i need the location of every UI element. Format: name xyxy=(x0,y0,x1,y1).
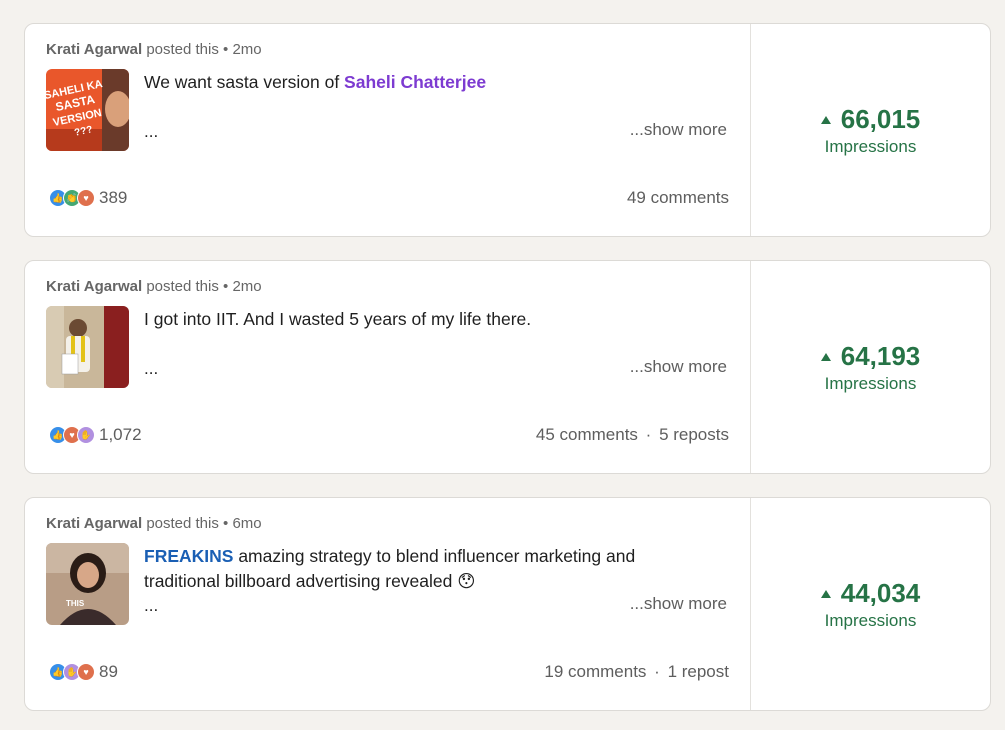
post-card[interactable]: Krati Agarwal posted this • 6mo THIS FRE… xyxy=(24,497,991,711)
impressions-panel[interactable]: 66,015 Impressions xyxy=(751,24,990,236)
reactions-summary[interactable]: 👍 ♥ ✋ 1,072 xyxy=(49,425,142,445)
post-thumbnail[interactable]: THIS xyxy=(46,543,129,625)
post-card[interactable]: Krati Agarwal posted this • 2mo SAHELI K… xyxy=(24,23,991,237)
impressions-number: 66,015 xyxy=(840,103,921,134)
love-icon: ♥ xyxy=(77,189,95,207)
separator-dot: • xyxy=(223,41,229,58)
truncation-ellipsis: ... xyxy=(144,596,159,615)
comments-link[interactable]: 45 comments xyxy=(536,425,638,444)
post-content: Krati Agarwal posted this • 6mo THIS FRE… xyxy=(25,498,750,710)
reposts-link[interactable]: 1 repost xyxy=(668,662,729,681)
post-content: Krati Agarwal posted this • 2mo SAHELI K… xyxy=(25,24,750,236)
love-icon: ♥ xyxy=(77,663,95,681)
post-content: Krati Agarwal posted this • 2mo I got in… xyxy=(25,261,750,473)
thumbnail-caption: THIS xyxy=(66,599,85,608)
reaction-count: 389 xyxy=(99,188,128,207)
post-card[interactable]: Krati Agarwal posted this • 2mo I got in… xyxy=(24,260,991,474)
show-more-link[interactable]: ...show more xyxy=(630,594,727,614)
truncation-ellipsis: ... xyxy=(144,122,159,141)
comments-link[interactable]: 19 comments xyxy=(544,662,646,681)
stats-separator: · xyxy=(645,425,652,444)
impressions-value: 64,193 xyxy=(820,340,921,372)
hashtag-link[interactable]: FREAKINS xyxy=(144,546,233,566)
impressions-label: Impressions xyxy=(824,136,917,156)
impressions-value: 44,034 xyxy=(820,577,921,609)
post-age: 6mo xyxy=(232,515,262,532)
support-icon: ✋ xyxy=(77,426,95,444)
impressions-number: 64,193 xyxy=(840,340,921,371)
show-more-link[interactable]: ...show more xyxy=(630,357,727,377)
post-thumbnail[interactable]: SAHELI KA SASTA VERSION ??? xyxy=(46,69,129,151)
post-text-body: I got into IIT. And I wasted 5 years of … xyxy=(144,309,532,329)
trend-up-icon xyxy=(820,353,831,361)
post-text-body: We want sasta version of xyxy=(144,72,345,92)
post-age: 2mo xyxy=(232,41,262,58)
impressions-label: Impressions xyxy=(824,610,917,630)
stats-separator: · xyxy=(654,662,660,681)
truncation-ellipsis: ... xyxy=(144,359,159,378)
post-byline: Krati Agarwal posted this • 2mo xyxy=(46,278,262,295)
post-thumbnail[interactable] xyxy=(46,306,129,388)
trend-up-icon xyxy=(820,590,831,598)
show-more-link[interactable]: ...show more xyxy=(630,120,727,140)
post-text: FREAKINS amazing strategy to blend influ… xyxy=(144,544,704,594)
author-name[interactable]: Krati Agarwal xyxy=(46,41,142,58)
post-byline: Krati Agarwal posted this • 2mo xyxy=(46,41,262,58)
posted-label: posted this xyxy=(146,515,219,532)
reaction-count: 89 xyxy=(99,662,118,681)
impressions-value: 66,015 xyxy=(820,103,921,135)
trend-up-icon xyxy=(820,116,831,124)
posted-label: posted this xyxy=(146,41,219,58)
comments-link[interactable]: 49 comments xyxy=(627,188,729,207)
separator-dot: • xyxy=(223,278,229,295)
impressions-panel[interactable]: 44,034 Impressions xyxy=(751,498,990,710)
posted-label: posted this xyxy=(146,278,219,295)
post-stats: 19 comments · 1 repost xyxy=(544,662,729,682)
reposts-link[interactable]: 5 reposts xyxy=(659,425,729,444)
separator-dot: • xyxy=(223,515,229,532)
post-text: I got into IIT. And I wasted 5 years of … xyxy=(144,307,704,332)
post-text: We want sasta version of Saheli Chatterj… xyxy=(144,70,704,95)
reactions-summary[interactable]: 👍 👏 ♥ 389 xyxy=(49,188,127,208)
reaction-count: 1,072 xyxy=(99,425,142,444)
impressions-label: Impressions xyxy=(824,373,917,393)
mention-link[interactable]: Saheli Chatterjee xyxy=(344,72,486,92)
author-name[interactable]: Krati Agarwal xyxy=(46,278,142,295)
post-byline: Krati Agarwal posted this • 6mo xyxy=(46,515,262,532)
post-age: 2mo xyxy=(232,278,262,295)
post-stats: 49 comments xyxy=(627,188,729,208)
impressions-number: 44,034 xyxy=(840,577,921,608)
author-name[interactable]: Krati Agarwal xyxy=(46,515,142,532)
reactions-summary[interactable]: 👍 ✋ ♥ 89 xyxy=(49,662,118,682)
post-stats: 45 comments · 5 reposts xyxy=(536,425,729,445)
impressions-panel[interactable]: 64,193 Impressions xyxy=(751,261,990,473)
